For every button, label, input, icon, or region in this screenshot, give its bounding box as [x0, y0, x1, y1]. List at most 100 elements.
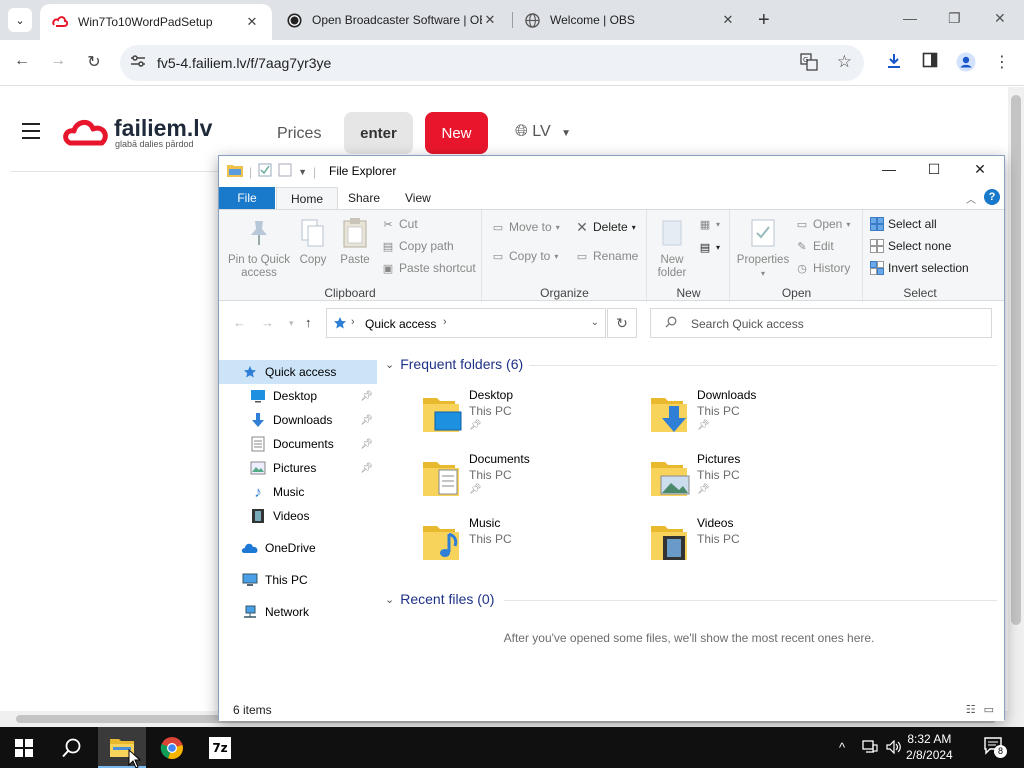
pin-quick-access-button[interactable]: Pin to Quick access: [225, 216, 293, 280]
back-arrow-icon[interactable]: ←: [233, 315, 246, 330]
properties-button[interactable]: Properties ▾: [735, 216, 791, 280]
close-window-icon[interactable]: ✕: [994, 10, 1006, 27]
explorer-title-bar[interactable]: | ▼ | File Explorer — ☐ ✕: [219, 156, 1004, 187]
close-window-icon[interactable]: ✕: [970, 161, 990, 178]
address-bar[interactable]: fv5-4.failiem.lv/f/7aag7yr3ye G ☆: [120, 45, 864, 81]
nav-this-pc[interactable]: This PC: [219, 568, 377, 592]
edit-button[interactable]: ✎ Edit: [795, 239, 833, 253]
frequent-folders-header[interactable]: ⌄ Frequent folders (6): [385, 356, 523, 372]
language-selector[interactable]: 🌐︎ LV ▼: [515, 123, 571, 141]
folder-tile[interactable]: Videos This PC: [649, 516, 869, 572]
7zip-taskbar-button[interactable]: 7z: [196, 727, 244, 768]
easy-access-button[interactable]: ▤ ▾: [698, 240, 720, 254]
volume-icon[interactable]: [886, 739, 902, 757]
forward-arrow-icon[interactable]: →: [261, 315, 274, 330]
collapse-ribbon-icon[interactable]: ︿: [966, 191, 976, 206]
rename-button[interactable]: ▭ Rename: [575, 249, 639, 263]
breadcrumb-chevron-icon[interactable]: ›: [351, 316, 355, 328]
new-button[interactable]: New: [425, 112, 488, 154]
failiem-logo[interactable]: failiem.lv glabā dalies pārdod: [62, 115, 212, 152]
nav-documents[interactable]: Documents 📌︎: [219, 432, 377, 456]
back-button[interactable]: ←: [11, 52, 33, 70]
site-info-icon[interactable]: [130, 54, 146, 71]
tab-view[interactable]: View: [391, 187, 445, 209]
network-tray-icon[interactable]: [862, 740, 878, 757]
select-all-button[interactable]: Select all: [870, 217, 937, 231]
action-center-button[interactable]: 8: [984, 737, 1007, 758]
hamburger-menu-icon[interactable]: [22, 123, 40, 144]
maximize-icon[interactable]: ☐: [924, 161, 944, 178]
large-icons-view-icon[interactable]: ▭: [984, 703, 994, 716]
show-hidden-icons-icon[interactable]: ^: [839, 740, 845, 755]
folder-tile[interactable]: Music This PC: [421, 516, 641, 572]
copy-button[interactable]: Copy: [295, 216, 331, 267]
open-button[interactable]: ▭ Open ▾: [795, 217, 851, 231]
minimize-icon[interactable]: —: [903, 10, 917, 26]
nav-downloads[interactable]: Downloads 📌︎: [219, 408, 377, 432]
translate-icon[interactable]: G: [800, 53, 818, 74]
copy-to-button[interactable]: ▭ Copy to ▾: [491, 249, 559, 263]
search-box[interactable]: Search Quick access: [650, 308, 992, 338]
profile-icon[interactable]: [955, 52, 977, 77]
properties-small-icon[interactable]: [258, 163, 272, 180]
prices-link[interactable]: Prices: [277, 125, 321, 143]
tab-search-button[interactable]: ⌄: [8, 8, 32, 32]
folder-tile[interactable]: Pictures This PC 📌︎: [649, 452, 869, 508]
nav-videos[interactable]: Videos: [219, 504, 377, 528]
cut-button[interactable]: ✂ Cut: [381, 217, 417, 231]
recent-files-header[interactable]: ⌄ Recent files (0): [385, 591, 494, 607]
up-arrow-icon[interactable]: ↑: [305, 315, 312, 330]
nav-quick-access[interactable]: Quick access: [219, 360, 377, 384]
tab-win7to10wordpadsetup[interactable]: Win7To10WordPadSetup ✕: [40, 4, 272, 40]
new-item-button[interactable]: ▦ ▾: [698, 217, 720, 231]
customize-qat-icon[interactable]: ▼: [298, 167, 307, 177]
system-clock[interactable]: 8:32 AM 2/8/2024: [906, 731, 953, 763]
nav-onedrive[interactable]: OneDrive: [219, 536, 377, 560]
folder-tile[interactable]: Downloads This PC 📌︎: [649, 388, 869, 444]
nav-desktop[interactable]: Desktop 📌︎: [219, 384, 377, 408]
chrome-taskbar-button[interactable]: [148, 727, 196, 768]
address-box[interactable]: › Quick access › ⌄: [326, 308, 606, 338]
folder-tile[interactable]: Desktop This PC 📌︎: [421, 388, 641, 444]
nav-music[interactable]: ♪ Music: [219, 480, 377, 504]
search-button[interactable]: [48, 727, 96, 768]
paste-button[interactable]: Paste: [337, 216, 373, 267]
start-button[interactable]: [0, 727, 48, 768]
details-view-icon[interactable]: ☷: [966, 703, 976, 716]
close-tab-icon[interactable]: ✕: [244, 14, 260, 30]
copy-path-button[interactable]: ▤ Copy path: [381, 239, 454, 253]
new-tab-button[interactable]: +: [758, 10, 770, 30]
enter-button[interactable]: enter: [344, 112, 413, 154]
folder-icon[interactable]: [227, 163, 243, 180]
tab-home[interactable]: Home: [276, 187, 339, 210]
delete-button[interactable]: ✕ Delete ▾: [575, 219, 636, 235]
tab-obs[interactable]: Open Broadcaster Software | OBS ✕: [274, 0, 510, 40]
tab-welcome-obs[interactable]: Welcome | OBS ✕: [512, 0, 748, 40]
page-vertical-scrollbar[interactable]: [1008, 87, 1024, 711]
tab-file[interactable]: File: [219, 187, 275, 209]
nav-pictures[interactable]: Pictures 📌︎: [219, 456, 377, 480]
address-dropdown-icon[interactable]: ⌄: [591, 317, 599, 328]
nav-network[interactable]: Network: [219, 600, 377, 624]
breadcrumb-chevron-icon[interactable]: ›: [443, 316, 447, 328]
tab-share[interactable]: Share: [334, 187, 394, 209]
bookmark-star-icon[interactable]: ☆: [837, 52, 852, 72]
history-button[interactable]: ◷ History: [795, 261, 850, 275]
reload-button[interactable]: ↻: [83, 52, 105, 72]
move-to-button[interactable]: ▭ Move to ▾: [491, 220, 560, 234]
new-folder-small-icon[interactable]: [278, 163, 292, 180]
invert-selection-button[interactable]: Invert selection: [870, 261, 969, 275]
chrome-menu-icon[interactable]: ⋮: [991, 52, 1013, 72]
restore-icon[interactable]: ❐: [948, 10, 961, 27]
folder-tile[interactable]: Documents This PC 📌︎: [421, 452, 641, 508]
help-icon[interactable]: ?: [984, 189, 1000, 205]
refresh-button[interactable]: ↻: [607, 308, 637, 338]
download-icon[interactable]: [883, 52, 905, 75]
close-tab-icon[interactable]: ✕: [482, 12, 498, 28]
close-tab-icon[interactable]: ✕: [720, 12, 736, 28]
minimize-icon[interactable]: —: [879, 161, 899, 177]
paste-shortcut-button[interactable]: ▣ Paste shortcut: [381, 261, 476, 275]
scroll-thumb[interactable]: [1011, 95, 1021, 625]
recent-locations-icon[interactable]: ▾: [289, 318, 294, 329]
new-folder-button[interactable]: New folder: [654, 216, 690, 280]
